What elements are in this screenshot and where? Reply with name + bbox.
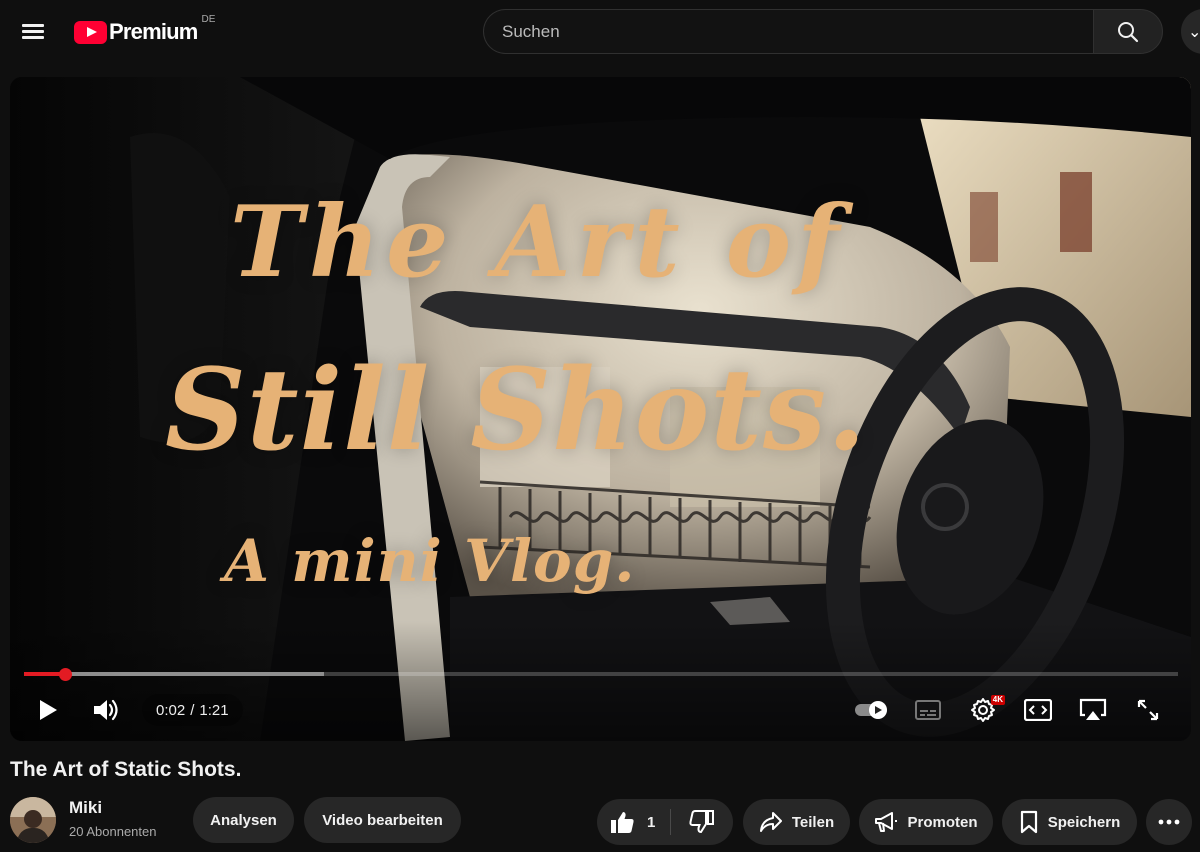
- menu-icon-bar: [22, 30, 44, 33]
- like-dislike-group: 1: [597, 799, 733, 845]
- time-separator: /: [190, 701, 195, 719]
- share-button[interactable]: Teilen: [743, 799, 850, 845]
- video-overlay-title-line: The Art of: [230, 185, 846, 300]
- subscriber-count: 20 Abonnenten: [69, 824, 157, 839]
- megaphone-icon: [874, 811, 898, 833]
- share-label: Teilen: [791, 813, 835, 831]
- promote-label: Promoten: [907, 813, 978, 831]
- theater-mode-icon: [1024, 699, 1052, 721]
- analytics-button[interactable]: Analysen: [193, 797, 294, 843]
- video-title: The Art of Static Shots.: [10, 758, 242, 781]
- like-count: 1: [647, 813, 656, 831]
- quality-badge: 4K: [990, 695, 1005, 705]
- thumbs-down-icon: [689, 810, 714, 834]
- more-horizontal-icon: [1158, 819, 1180, 825]
- duration: 1:21: [199, 701, 229, 719]
- logo-text: Premium: [109, 19, 198, 44]
- play-icon: [40, 700, 57, 720]
- fullscreen-icon: [1137, 699, 1159, 721]
- search-box: [483, 9, 1093, 54]
- youtube-logo-icon: [74, 20, 107, 44]
- bookmark-icon: [1019, 810, 1039, 834]
- search-icon: [1118, 21, 1139, 42]
- menu-icon[interactable]: [22, 22, 44, 40]
- volume-icon: [94, 699, 118, 721]
- mute-button[interactable]: [88, 692, 124, 728]
- video-overlay-subtitle-line: A mini Vlog.: [224, 527, 636, 595]
- menu-icon-bar: [22, 36, 44, 39]
- subtitles-icon: [915, 700, 941, 720]
- more-actions-button[interactable]: [1146, 799, 1192, 845]
- settings-button[interactable]: 4K: [963, 691, 1005, 729]
- menu-icon-bar: [22, 24, 44, 27]
- share-arrow-icon: [759, 811, 783, 833]
- play-button[interactable]: [30, 692, 66, 728]
- promote-button[interactable]: Promoten: [859, 799, 993, 845]
- current-time: 0:02: [156, 701, 186, 719]
- save-label: Speichern: [1047, 813, 1121, 831]
- video-overlay-title-line: Still Shots.: [165, 345, 868, 476]
- microphone-icon: ⌄: [1188, 23, 1200, 41]
- dislike-button[interactable]: [671, 799, 733, 845]
- time-display: 0:02 / 1:21: [142, 694, 243, 726]
- avatar-image: [10, 797, 56, 843]
- voice-search-button[interactable]: ⌄: [1181, 9, 1200, 54]
- logo-region-code: DE: [201, 14, 216, 25]
- thumbs-up-icon: [611, 812, 634, 833]
- progress-bar[interactable]: [24, 668, 1178, 681]
- subtitles-button[interactable]: [910, 693, 946, 727]
- youtube-premium-logo[interactable]: Premium DE: [74, 14, 215, 46]
- search-button[interactable]: [1093, 9, 1163, 54]
- airplay-button[interactable]: [1073, 691, 1113, 729]
- theater-mode-button[interactable]: [1018, 691, 1058, 729]
- like-button[interactable]: 1: [597, 799, 670, 845]
- video-player[interactable]: The Art of Still Shots. A mini Vlog. 0:0…: [10, 77, 1191, 741]
- save-button[interactable]: Speichern: [1002, 799, 1137, 845]
- search-input[interactable]: [484, 10, 1093, 53]
- edit-video-button[interactable]: Video bearbeiten: [304, 797, 461, 843]
- autoplay-toggle[interactable]: [852, 695, 892, 725]
- progress-scrubber-handle[interactable]: [58, 668, 72, 681]
- channel-avatar[interactable]: [10, 797, 56, 843]
- airplay-icon: [1079, 698, 1107, 720]
- fullscreen-button[interactable]: [1128, 691, 1168, 729]
- channel-name[interactable]: Miki: [69, 798, 102, 818]
- autoplay-toggle-icon: [855, 701, 887, 719]
